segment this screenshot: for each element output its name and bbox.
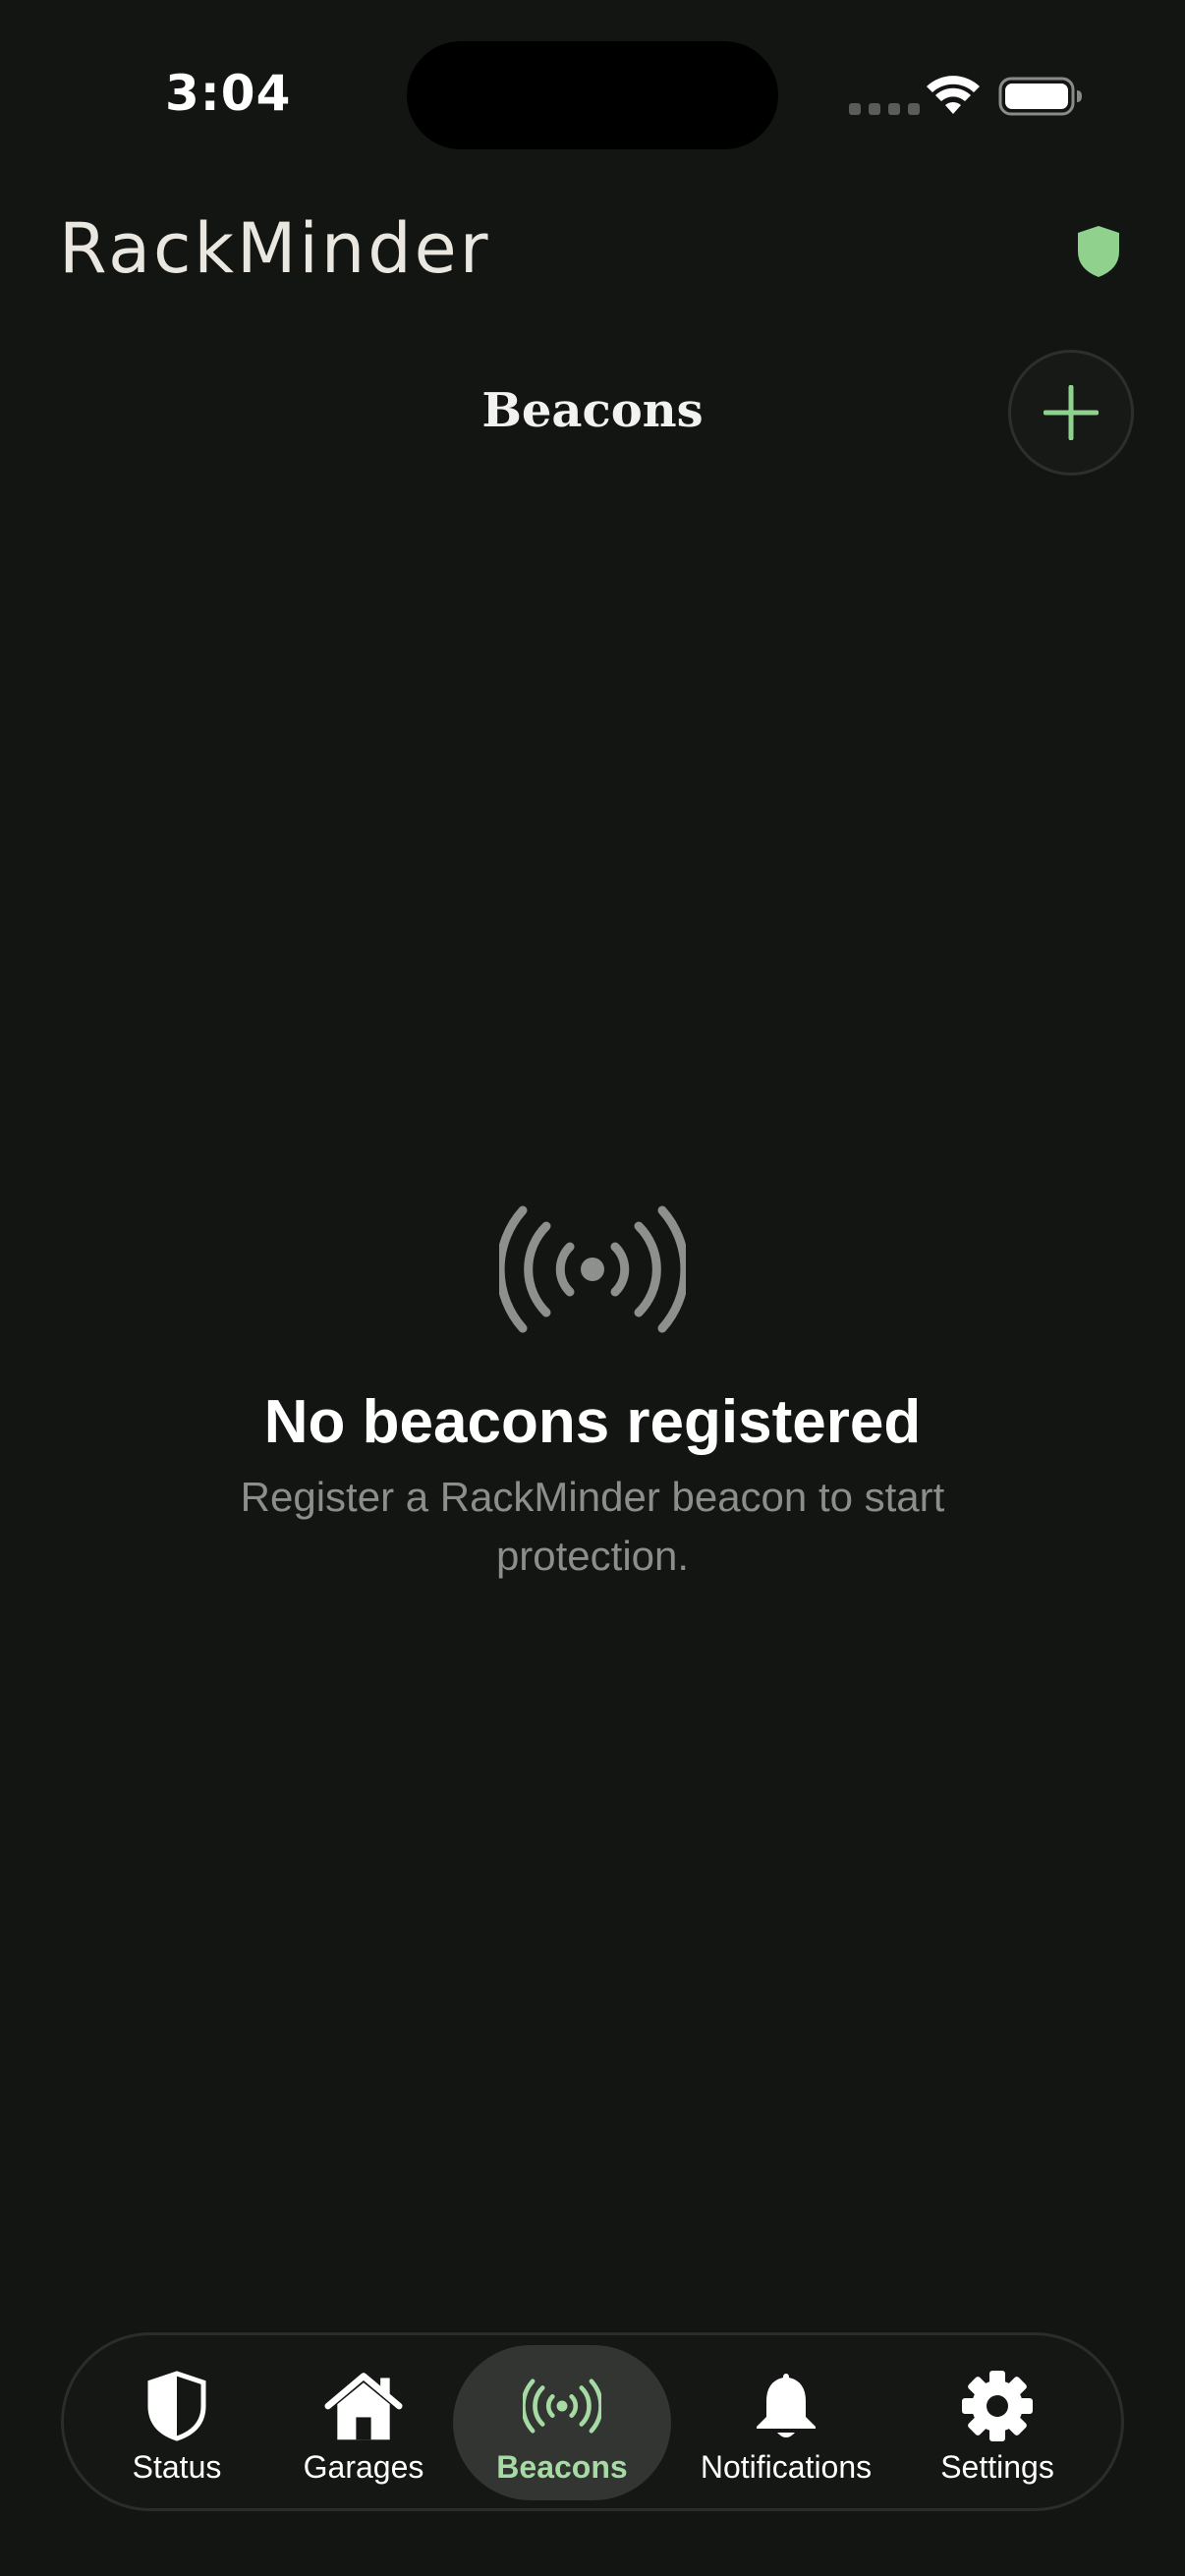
dynamic-island xyxy=(407,41,778,149)
shield-icon xyxy=(147,2371,206,2441)
tab-settings[interactable]: Settings xyxy=(919,2345,1076,2500)
tab-status[interactable]: Status xyxy=(103,2345,251,2500)
beacon-broadcast-icon xyxy=(499,1205,686,1333)
cellular-signal-icon xyxy=(849,103,920,115)
bell-icon xyxy=(757,2374,816,2437)
beacons-screen: 3:04 RackMinder Beacons No beacons regis… xyxy=(0,0,1185,2576)
tab-bar: Status Garages Beacons Notifications Set… xyxy=(61,2332,1124,2511)
house-icon xyxy=(324,2373,403,2440)
empty-state-subtitle: Register a RackMinder beacon to start pr… xyxy=(240,1474,945,1579)
tab-label-status: Status xyxy=(132,2449,222,2485)
tab-label-notifications: Notifications xyxy=(700,2449,873,2485)
battery-icon xyxy=(998,77,1082,116)
shield-icon[interactable] xyxy=(1075,224,1122,279)
tab-beacons[interactable]: Beacons xyxy=(453,2345,671,2500)
gear-icon xyxy=(962,2371,1033,2441)
plus-icon xyxy=(1044,385,1099,440)
status-bar-time: 3:04 xyxy=(165,65,292,122)
add-beacon-button[interactable] xyxy=(1008,350,1134,476)
tab-notifications[interactable]: Notifications xyxy=(683,2345,889,2500)
empty-state-title: No beacons registered xyxy=(263,1388,922,1456)
tab-garages[interactable]: Garages xyxy=(285,2345,442,2500)
tab-label-settings: Settings xyxy=(940,2449,1054,2485)
wifi-icon xyxy=(927,76,980,114)
app-logo: RackMinder xyxy=(59,208,491,289)
tab-label-beacons: Beacons xyxy=(496,2449,628,2485)
beacon-broadcast-icon xyxy=(523,2379,601,2434)
tab-label-garages: Garages xyxy=(303,2449,424,2485)
